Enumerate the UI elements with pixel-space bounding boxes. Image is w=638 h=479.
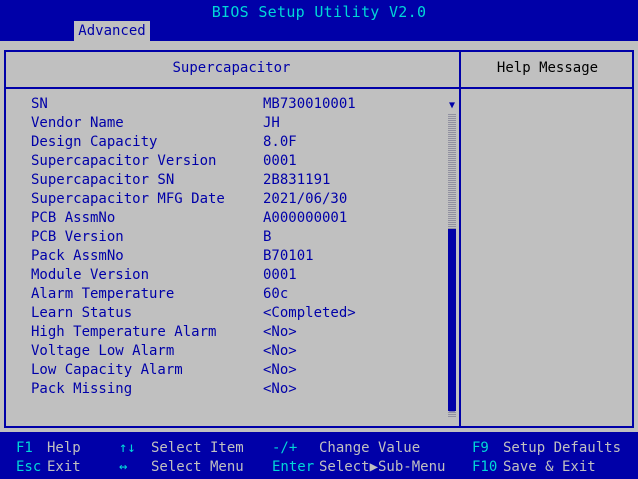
setting-label: Learn Status: [31, 305, 133, 321]
setting-label: Pack Missing: [31, 381, 133, 397]
enter-key: Enter: [272, 459, 315, 475]
setting-value: 0001: [263, 153, 297, 169]
setting-label: Module Version: [31, 267, 150, 283]
setting-value: JH: [263, 115, 280, 131]
setting-row-learn-status[interactable]: Learn Status <Completed>: [0, 305, 440, 324]
setting-label: Pack AssmNo: [31, 248, 124, 264]
setting-value: B70101: [263, 248, 314, 264]
setting-value: <No>: [263, 362, 297, 378]
arrows-updown-icon: ↑↓: [119, 440, 136, 456]
setup-defaults-desc: Setup Defaults: [503, 440, 622, 456]
setting-row-voltage-low-alarm[interactable]: Voltage Low Alarm <No>: [0, 343, 440, 362]
esc-desc: Exit: [47, 459, 81, 475]
select-item-desc: Select Item: [151, 440, 244, 456]
setting-label: PCB AssmNo: [31, 210, 116, 226]
setting-row-vendor-name[interactable]: Vendor Name JH: [0, 115, 440, 134]
change-value-desc: Change Value: [319, 440, 421, 456]
select-menu-desc: Select Menu: [151, 459, 244, 475]
left-header-divider: [4, 87, 459, 89]
main-panel: Supercapacitor Help Message SN MB7300100…: [0, 41, 638, 432]
setting-label: Alarm Temperature: [31, 286, 175, 302]
plusminus-key: -/+: [272, 440, 298, 456]
help-message-title: Help Message: [496, 60, 599, 76]
app-title: BIOS Setup Utility V2.0: [211, 3, 427, 21]
setting-label: Supercapacitor SN: [31, 172, 175, 188]
setting-row-design-capacity[interactable]: Design Capacity 8.0F: [0, 134, 440, 153]
setting-label: Supercapacitor MFG Date: [31, 191, 225, 207]
f1-desc: Help: [47, 440, 81, 456]
scroll-down-arrow-icon[interactable]: ▼: [446, 100, 458, 111]
arrows-leftright-icon: ↔: [119, 459, 128, 475]
right-header-divider: [461, 87, 634, 89]
setting-value: <Completed>: [263, 305, 356, 321]
setting-row-pack-missing[interactable]: Pack Missing <No>: [0, 381, 440, 400]
setting-value: A000000001: [263, 210, 348, 226]
select-submenu-desc: Select▶Sub-Menu: [319, 459, 446, 475]
scrollbar-thumb[interactable]: [448, 229, 456, 411]
setting-value: <No>: [263, 324, 297, 340]
setting-row-supercap-version[interactable]: Supercapacitor Version 0001: [0, 153, 440, 172]
scroll-up-arrow-icon[interactable]: ▲: [446, 403, 458, 414]
setting-value: 60c: [263, 286, 289, 302]
column-divider: [459, 50, 461, 428]
setting-label: Supercapacitor Version: [31, 153, 217, 169]
f10-key: F10: [472, 459, 498, 475]
f9-key: F9: [472, 440, 489, 456]
setting-label: Low Capacity Alarm: [31, 362, 183, 378]
setting-label: Voltage Low Alarm: [31, 343, 175, 359]
setting-label: High Temperature Alarm: [31, 324, 217, 340]
setting-label: Vendor Name: [31, 115, 124, 131]
section-title: Supercapacitor: [172, 60, 291, 76]
save-exit-desc: Save & Exit: [503, 459, 596, 475]
key-legend: F1 Help Esc Exit ↑↓ Select Item ↔ Select…: [0, 438, 638, 479]
esc-key: Esc: [16, 459, 42, 475]
setting-value: B: [263, 229, 272, 245]
setting-value: 0001: [263, 267, 297, 283]
f1-key: F1: [16, 440, 33, 456]
setting-row-pcb-version[interactable]: PCB Version B: [0, 229, 440, 248]
setting-label: Design Capacity: [31, 134, 158, 150]
setting-row-supercap-sn[interactable]: Supercapacitor SN 2B831191: [0, 172, 440, 191]
tab-advanced[interactable]: Advanced: [74, 21, 150, 41]
setting-row-low-capacity-alarm[interactable]: Low Capacity Alarm <No>: [0, 362, 440, 381]
setting-value: <No>: [263, 343, 297, 359]
setting-row-high-temp-alarm[interactable]: High Temperature Alarm <No>: [0, 324, 440, 343]
setting-row-module-version[interactable]: Module Version 0001: [0, 267, 440, 286]
setting-value: 2021/06/30: [263, 191, 348, 207]
setting-label: PCB Version: [31, 229, 124, 245]
setting-row-pack-assmno[interactable]: Pack AssmNo B70101: [0, 248, 440, 267]
setting-row-supercap-mfg-date[interactable]: Supercapacitor MFG Date 2021/06/30: [0, 191, 440, 210]
setting-row-sn[interactable]: SN MB730010001: [0, 96, 440, 115]
setting-row-alarm-temperature[interactable]: Alarm Temperature 60c: [0, 286, 440, 305]
setting-row-pcb-assmno[interactable]: PCB AssmNo A000000001: [0, 210, 440, 229]
setting-value: <No>: [263, 381, 297, 397]
setting-value: MB730010001: [263, 96, 356, 112]
setting-label: SN: [31, 96, 48, 112]
setting-value: 2B831191: [263, 172, 331, 188]
setting-value: 8.0F: [263, 134, 297, 150]
